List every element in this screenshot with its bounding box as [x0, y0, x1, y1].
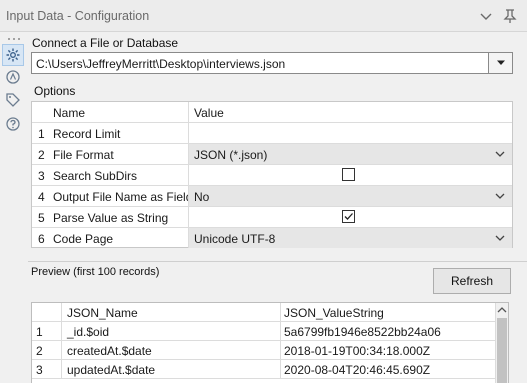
tag-icon	[6, 93, 20, 107]
table-row[interactable]: 2 createdAt.$date 2018-01-19T00:34:18.00…	[32, 341, 496, 360]
code-page-select[interactable]: Unicode UTF-8	[188, 228, 512, 248]
option-row-number: 4	[38, 190, 45, 204]
parse-value-cell	[188, 207, 512, 227]
preview-label: Preview (first 100 records)	[31, 266, 160, 278]
output-file-name-select[interactable]: No	[188, 186, 512, 206]
row-index: 1	[36, 325, 43, 339]
option-name: Parse Value as String	[53, 211, 169, 225]
tag-tab-button[interactable]	[2, 89, 24, 111]
title-bar: Input Data - Configuration	[0, 0, 527, 32]
search-subdirs-checkbox[interactable]	[342, 168, 355, 181]
table-row[interactable]: 1 _id.$oid 5a6799fb1946e8522bb24a06	[32, 322, 496, 341]
option-row-number: 6	[38, 232, 45, 246]
options-header-value-cell: Value	[188, 102, 512, 122]
chevron-down-icon	[495, 151, 505, 157]
window-title: Input Data - Configuration	[6, 9, 150, 23]
options-grid: Name Value 1 Record Limit 2 File Format …	[31, 101, 513, 248]
option-row-number: 5	[38, 211, 45, 225]
help-tab-button[interactable]	[2, 113, 24, 135]
row-index: 2	[36, 344, 43, 358]
options-header-row: Name Value	[32, 102, 512, 123]
option-row-number: 2	[38, 148, 45, 162]
annotation-tab-button[interactable]	[2, 66, 24, 88]
help-icon	[6, 117, 20, 131]
row-index: 3	[36, 363, 43, 377]
connect-label: Connect a File or Database	[32, 36, 179, 50]
option-row-code-page: 6 Code Page Unicode UTF-8	[32, 228, 512, 249]
json-name-cell: _id.$oid	[67, 325, 110, 339]
pin-icon[interactable]	[502, 8, 518, 24]
settings-tab-button[interactable]	[2, 44, 24, 66]
chevron-down-icon[interactable]	[478, 8, 494, 24]
config-sidebar	[0, 33, 27, 383]
scroll-up-arrow-icon[interactable]	[497, 306, 507, 314]
options-header-value: Value	[194, 106, 224, 120]
option-name: Code Page	[53, 232, 114, 246]
code-page-value: Unicode UTF-8	[194, 232, 276, 246]
option-name: File Format	[53, 148, 114, 162]
settings-gear-icon	[6, 48, 20, 62]
preview-header-row: JSON_Name JSON_ValueString	[32, 303, 496, 322]
option-name: Search SubDirs	[53, 169, 138, 183]
json-name-cell: createdAt.$date	[67, 344, 152, 358]
json-value-cell: 2018-01-19T00:34:18.000Z	[284, 344, 431, 358]
file-format-select[interactable]: JSON (*.json)	[188, 144, 512, 164]
dropdown-arrow-icon	[496, 60, 505, 65]
refresh-button[interactable]: Refresh	[433, 268, 511, 294]
checkmark-icon	[344, 213, 353, 220]
option-row-output-file-name: 4 Output File Name as Field No	[32, 186, 512, 207]
option-row-number: 1	[38, 127, 45, 141]
json-name-cell: updatedAt.$date	[67, 363, 156, 377]
parse-value-checkbox[interactable]	[342, 210, 355, 223]
preview-header-json-value[interactable]: JSON_ValueString	[284, 306, 384, 320]
table-row[interactable]: 3 updatedAt.$date 2020-08-04T20:46:45.69…	[32, 360, 496, 379]
preview-header-json-name[interactable]: JSON_Name	[67, 306, 138, 320]
output-file-name-value: No	[194, 190, 210, 204]
drag-handle-icon[interactable]	[7, 36, 21, 42]
chevron-down-icon	[495, 235, 505, 241]
options-label: Options	[34, 84, 76, 98]
json-value-cell: 5a6799fb1946e8522bb24a06	[284, 325, 441, 339]
file-path-input[interactable]: C:\Users\JeffreyMerritt\Desktop\intervie…	[31, 52, 513, 74]
file-path-dropdown-button[interactable]	[488, 52, 513, 74]
section-divider	[28, 261, 527, 262]
search-subdirs-cell	[188, 165, 512, 185]
options-header-name: Name	[53, 106, 86, 120]
option-name: Output File Name as Field	[53, 190, 193, 204]
option-row-search-subdirs: 3 Search SubDirs	[32, 165, 512, 186]
json-value-cell: 2020-08-04T20:46:45.690Z	[284, 363, 431, 377]
option-row-file-format: 2 File Format JSON (*.json)	[32, 144, 512, 165]
scrollbar-thumb[interactable]	[497, 318, 507, 383]
option-row-number: 3	[38, 169, 45, 183]
record-limit-input[interactable]	[188, 123, 512, 143]
option-name: Record Limit	[53, 127, 121, 141]
file-format-value: JSON (*.json)	[194, 148, 268, 162]
option-row-parse-value: 5 Parse Value as String	[32, 207, 512, 228]
option-row-record-limit: 1 Record Limit	[32, 123, 512, 144]
vertical-scrollbar[interactable]	[495, 303, 508, 383]
chevron-down-icon	[495, 193, 505, 199]
preview-grid: JSON_Name JSON_ValueString 1 _id.$oid 5a…	[31, 302, 509, 383]
annotation-icon	[6, 70, 20, 84]
